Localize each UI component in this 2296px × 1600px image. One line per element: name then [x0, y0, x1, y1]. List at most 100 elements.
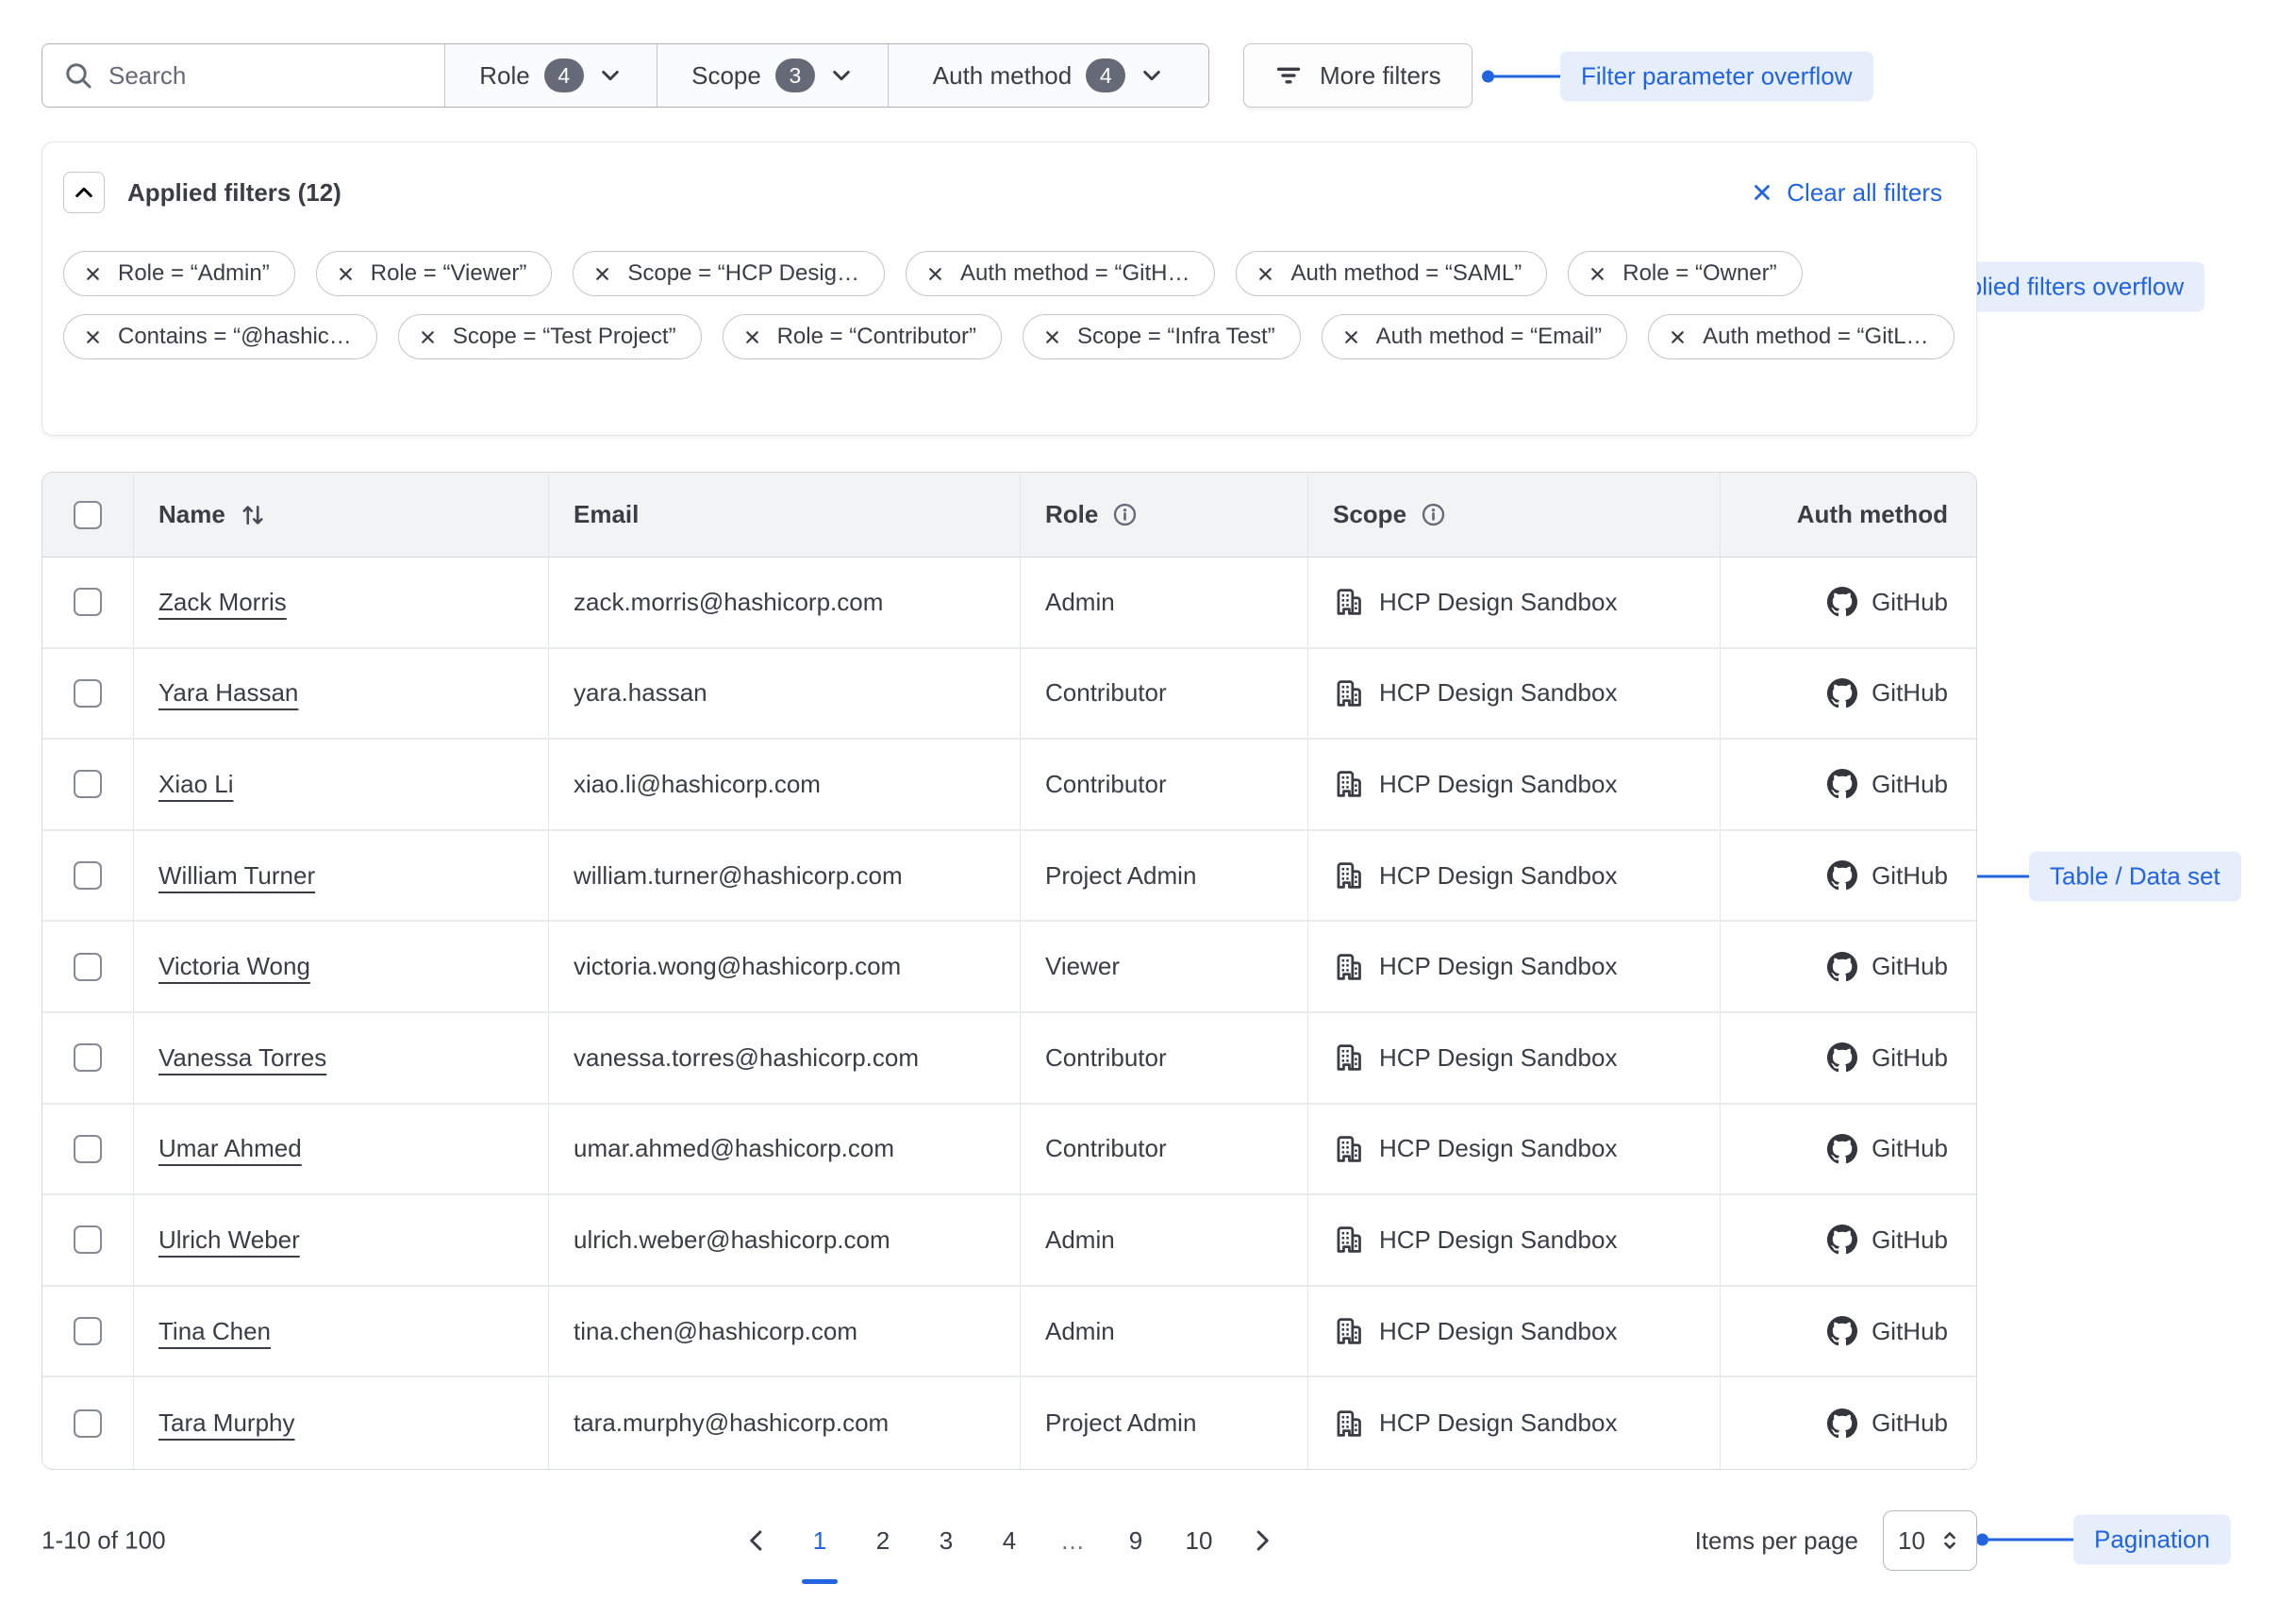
table-row: Tina Chen tina.chen@hashicorp.com Admin … — [42, 1287, 1976, 1378]
row-checkbox[interactable] — [74, 953, 102, 981]
row-checkbox[interactable] — [74, 770, 102, 798]
filter-dropdown-role[interactable]: Role 4 — [444, 44, 657, 107]
scope-cell: HCP Design Sandbox — [1307, 1377, 1720, 1469]
column-header-email: Email — [548, 473, 1020, 557]
info-icon[interactable] — [1112, 502, 1138, 527]
page-button-3[interactable]: 3 — [927, 1520, 965, 1561]
row-checkbox[interactable] — [74, 1409, 102, 1438]
auth-label: GitHub — [1872, 770, 1948, 799]
table-row: Victoria Wong victoria.wong@hashicorp.co… — [42, 922, 1976, 1013]
user-name-link[interactable]: Tara Murphy — [158, 1408, 295, 1438]
user-name-link[interactable]: Yara Hassan — [158, 678, 298, 708]
clear-all-filters-label: Clear all filters — [1787, 178, 1942, 208]
role-cell: Contributor — [1020, 740, 1307, 829]
email-cell: zack.morris@hashicorp.com — [548, 558, 1020, 647]
annotation-label: Table / Data set — [2029, 852, 2241, 902]
column-header-name[interactable]: Name — [133, 473, 548, 557]
filter-chip[interactable]: Auth method = “Email” — [1322, 314, 1627, 359]
page-button-1[interactable]: 1 — [801, 1520, 839, 1561]
column-header-scope: Scope — [1307, 473, 1720, 557]
search-input[interactable] — [108, 61, 424, 91]
page-button-10[interactable]: 10 — [1180, 1520, 1218, 1561]
row-checkbox[interactable] — [74, 679, 102, 708]
scope-label: HCP Design Sandbox — [1379, 1134, 1617, 1163]
auth-label: GitHub — [1872, 678, 1948, 708]
row-checkbox[interactable] — [74, 1135, 102, 1163]
filter-chip[interactable]: Scope = “Test Project” — [398, 314, 702, 359]
filter-dropdown-auth-label: Auth method — [933, 61, 1072, 91]
filter-chip[interactable]: Role = “Viewer” — [316, 251, 553, 296]
org-building-icon — [1333, 951, 1365, 983]
select-all-checkbox[interactable] — [74, 501, 102, 529]
page-button-4[interactable]: 4 — [990, 1520, 1028, 1561]
unfold-icon — [1938, 1528, 1962, 1553]
clear-all-filters-button[interactable]: Clear all filters — [1750, 178, 1942, 208]
org-building-icon — [1333, 586, 1365, 618]
applied-filters-panel: Applied filters (12) Clear all filters R… — [42, 142, 1977, 436]
row-checkbox[interactable] — [74, 1317, 102, 1345]
dismiss-icon — [418, 327, 438, 347]
filter-chip[interactable]: Auth method = “GitL… — [1648, 314, 1954, 359]
annotation-dot — [1482, 71, 1494, 83]
users-table: Name Email Role Scope Auth method Zack M… — [42, 472, 1977, 1470]
previous-page-button[interactable] — [738, 1520, 775, 1561]
user-name-link[interactable]: William Turner — [158, 861, 315, 891]
chevron-down-icon — [1140, 63, 1164, 88]
filter-chip-label: Scope = “HCP Desig… — [627, 260, 859, 287]
filter-dropdown-auth-method[interactable]: Auth method 4 — [888, 44, 1208, 107]
row-checkbox[interactable] — [74, 1225, 102, 1254]
filter-chip[interactable]: Scope = “Infra Test” — [1023, 314, 1301, 359]
filter-chip-label: Auth method = “Email” — [1376, 324, 1602, 350]
row-checkbox[interactable] — [74, 588, 102, 616]
email-cell: william.turner@hashicorp.com — [548, 831, 1020, 921]
column-header-name-label: Name — [158, 500, 225, 529]
org-building-icon — [1333, 677, 1365, 709]
filter-chip[interactable]: Contains = “@hashic… — [63, 314, 377, 359]
org-building-icon — [1333, 1133, 1365, 1165]
filter-chip[interactable]: Scope = “HCP Desig… — [573, 251, 885, 296]
scope-cell: HCP Design Sandbox — [1307, 649, 1720, 739]
filter-dropdown-scope[interactable]: Scope 3 — [657, 44, 888, 107]
next-page-button[interactable] — [1243, 1520, 1281, 1561]
annotation-label: Pagination — [2073, 1515, 2231, 1565]
page-controls: 1 2 3 4 … 9 10 — [738, 1520, 1281, 1561]
dismiss-icon — [742, 327, 762, 347]
user-name-link[interactable]: Tina Chen — [158, 1317, 271, 1346]
row-checkbox[interactable] — [74, 1043, 102, 1072]
scope-cell: HCP Design Sandbox — [1307, 922, 1720, 1011]
info-icon[interactable] — [1421, 502, 1446, 527]
scope-cell: HCP Design Sandbox — [1307, 558, 1720, 647]
items-per-page-select[interactable]: 10 — [1883, 1510, 1977, 1571]
user-name-link[interactable]: Zack Morris — [158, 588, 287, 617]
github-icon — [1827, 952, 1857, 982]
page-button-2[interactable]: 2 — [864, 1520, 902, 1561]
user-name-link[interactable]: Ulrich Weber — [158, 1225, 300, 1255]
dismiss-icon — [83, 327, 103, 347]
user-name-link[interactable]: Vanessa Torres — [158, 1043, 326, 1073]
page-button-9[interactable]: 9 — [1117, 1520, 1155, 1561]
column-header-auth-label: Auth method — [1797, 500, 1948, 529]
filter-chip[interactable]: Role = “Owner” — [1568, 251, 1802, 296]
filter-chip[interactable]: Role = “Contributor” — [723, 314, 1002, 359]
sort-icon[interactable] — [240, 502, 266, 528]
items-per-page-label: Items per page — [1695, 1526, 1858, 1556]
filter-count-badge: 4 — [544, 58, 584, 92]
user-name-link[interactable]: Umar Ahmed — [158, 1134, 302, 1163]
user-name-link[interactable]: Xiao Li — [158, 770, 234, 799]
email-cell: vanessa.torres@hashicorp.com — [548, 1013, 1020, 1103]
filter-chip[interactable]: Auth method = “SAML” — [1236, 251, 1547, 296]
user-name-link[interactable]: Victoria Wong — [158, 952, 310, 981]
filter-chip[interactable]: Auth method = “GitH… — [906, 251, 1215, 296]
email-cell: tina.chen@hashicorp.com — [548, 1287, 1020, 1376]
auth-method-cell: GitHub — [1720, 1013, 1976, 1103]
row-checkbox[interactable] — [74, 861, 102, 890]
collapse-applied-filters-button[interactable] — [63, 172, 105, 213]
chevron-right-icon — [1249, 1527, 1275, 1554]
filter-chip-label: Scope = “Infra Test” — [1077, 324, 1275, 350]
close-icon — [1750, 180, 1774, 205]
scope-label: HCP Design Sandbox — [1379, 1408, 1617, 1438]
github-icon — [1827, 860, 1857, 891]
more-filters-button[interactable]: More filters — [1243, 43, 1472, 108]
applied-filter-chips: Role = “Admin” Role = “Viewer” Scope = “… — [42, 213, 1976, 359]
filter-chip[interactable]: Role = “Admin” — [63, 251, 295, 296]
